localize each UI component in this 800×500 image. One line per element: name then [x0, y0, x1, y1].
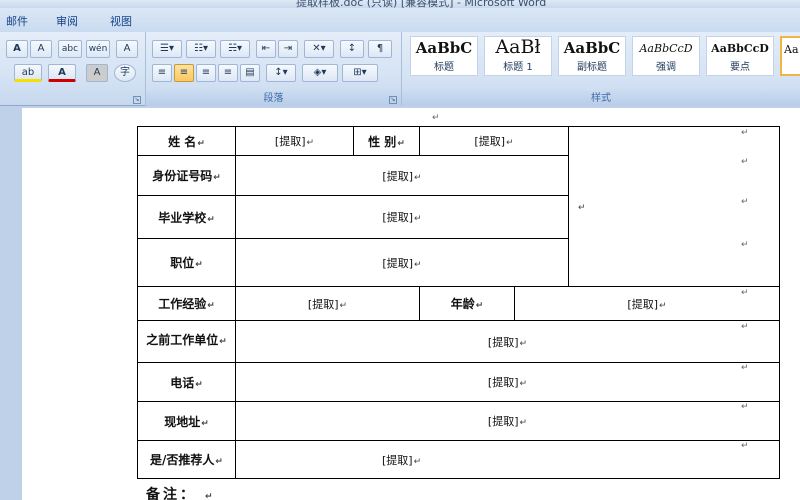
address-field[interactable]: [提取]↵	[235, 401, 780, 441]
align-left-icon[interactable]: ≡	[152, 64, 172, 82]
shading-icon[interactable]: ◈▾	[302, 64, 338, 82]
gender-label: 性 别↵	[353, 126, 420, 156]
tab-review[interactable]: 审阅	[56, 13, 78, 29]
clear-format-button[interactable]: abc	[58, 40, 82, 58]
style-strong[interactable]: AaBbCcD 要点	[706, 36, 774, 76]
row-end-mark: ↵	[741, 363, 749, 373]
experience-field[interactable]: [提取]↵	[235, 286, 420, 321]
referral-label: 是/否推荐人↵	[137, 440, 236, 479]
enclose-char-button[interactable]: 字	[114, 64, 136, 82]
style-next[interactable]: Aa	[780, 36, 800, 76]
font-group: A A abc wén A ab A A 字 ↘	[0, 32, 146, 106]
increase-indent-icon[interactable]: ⇥	[278, 40, 298, 58]
school-label: 毕业学校↵	[137, 195, 236, 239]
phone-label: 电话↵	[137, 362, 236, 402]
age-label: 年龄↵	[419, 286, 515, 321]
window-title: 提取样板.doc (只读) [兼容模式] - Microsoft Word	[296, 0, 547, 8]
paragraph-mark: ↵	[432, 113, 440, 123]
gender-field[interactable]: [提取]↵	[419, 126, 569, 156]
row-end-mark: ↵	[741, 197, 749, 207]
age-field[interactable]: [提取]↵	[514, 286, 780, 321]
id-number-field[interactable]: [提取]↵	[235, 155, 569, 196]
name-label: 姓 名↵	[137, 126, 236, 156]
tab-view[interactable]: 视图	[110, 13, 132, 29]
justify-icon[interactable]: ≡	[218, 64, 238, 82]
row-end-mark: ↵	[741, 402, 749, 412]
char-shading-button[interactable]: A	[86, 64, 108, 82]
ribbon: A A abc wén A ab A A 字 ↘ ☰▾ ☷▾ ☵▾ ⇤ ⇥ ✕▾…	[0, 32, 800, 106]
decrease-indent-icon[interactable]: ⇤	[256, 40, 276, 58]
style-heading-1[interactable]: AaBł 标题 1	[484, 36, 552, 76]
school-field[interactable]: [提取]↵	[235, 195, 569, 239]
distribute-icon[interactable]: ▤	[240, 64, 260, 82]
row-end-mark: ↵	[741, 441, 749, 451]
phone-field[interactable]: [提取]↵	[235, 362, 780, 402]
styles-group-label: 样式	[402, 91, 800, 106]
prev-company-field[interactable]: [提取]↵	[235, 320, 780, 363]
show-marks-icon[interactable]: ¶	[368, 40, 392, 58]
align-center-icon[interactable]: ≡	[174, 64, 194, 82]
sort-icon[interactable]: ↕	[340, 40, 364, 58]
position-label: 职位↵	[137, 238, 236, 287]
remark-heading: 备注： ↵	[146, 487, 213, 500]
title-bar: 提取样板.doc (只读) [兼容模式] - Microsoft Word	[0, 0, 800, 8]
font-dialog-launcher[interactable]: ↘	[133, 96, 141, 104]
address-label: 现地址↵	[137, 401, 236, 441]
styles-group: AaBbC 标题 AaBł 标题 1 AaBbC 副标题 AaBbCcD 强调 …	[402, 32, 800, 106]
char-border-button[interactable]: A	[116, 40, 138, 58]
name-field[interactable]: [提取]↵	[235, 126, 354, 156]
paragraph-dialog-launcher[interactable]: ↘	[389, 96, 397, 104]
form-table: 姓 名↵ [提取]↵ 性 别↵ [提取]↵ ↵ 身份证号码↵ [提取]↵ 毕业学…	[137, 126, 780, 479]
numbering-icon[interactable]: ☷▾	[186, 40, 216, 58]
row-end-mark: ↵	[741, 322, 749, 332]
prev-company-label: 之前工作单位↵	[137, 320, 236, 363]
borders-icon[interactable]: ⊞▾	[342, 64, 378, 82]
chinese-layout-icon[interactable]: ✕▾	[304, 40, 334, 58]
grow-font-button[interactable]: A	[6, 40, 28, 58]
shrink-font-button[interactable]: A	[30, 40, 52, 58]
tab-mailings[interactable]: 邮件	[6, 13, 28, 29]
referral-field[interactable]: [提取]↵	[235, 440, 780, 479]
experience-label: 工作经验↵	[137, 286, 236, 321]
style-subtitle[interactable]: AaBbC 副标题	[558, 36, 626, 76]
row-end-mark: ↵	[741, 240, 749, 250]
id-number-label: 身份证号码↵	[137, 155, 236, 196]
multilevel-list-icon[interactable]: ☵▾	[220, 40, 250, 58]
paragraph-group: ☰▾ ☷▾ ☵▾ ⇤ ⇥ ✕▾ ↕ ¶ ≡ ≡ ≡ ≡ ▤ ↕▾ ◈▾ ⊞▾ 段…	[146, 32, 402, 106]
paragraph-group-label: 段落	[146, 91, 401, 106]
line-spacing-icon[interactable]: ↕▾	[266, 64, 296, 82]
ribbon-tabs: 邮件 审阅 视图	[0, 8, 800, 32]
row-end-mark: ↵	[741, 128, 749, 138]
align-right-icon[interactable]: ≡	[196, 64, 216, 82]
style-emphasis[interactable]: AaBbCcD 强调	[632, 36, 700, 76]
row-end-mark: ↵	[741, 288, 749, 298]
row-end-mark: ↵	[741, 157, 749, 167]
position-field[interactable]: [提取]↵	[235, 238, 569, 287]
font-color-button[interactable]: A	[48, 64, 76, 82]
highlight-button[interactable]: ab	[14, 64, 42, 82]
bullets-icon[interactable]: ☰▾	[152, 40, 182, 58]
style-title[interactable]: AaBbC 标题	[410, 36, 478, 76]
phonetic-guide-button[interactable]: wén	[86, 40, 110, 58]
